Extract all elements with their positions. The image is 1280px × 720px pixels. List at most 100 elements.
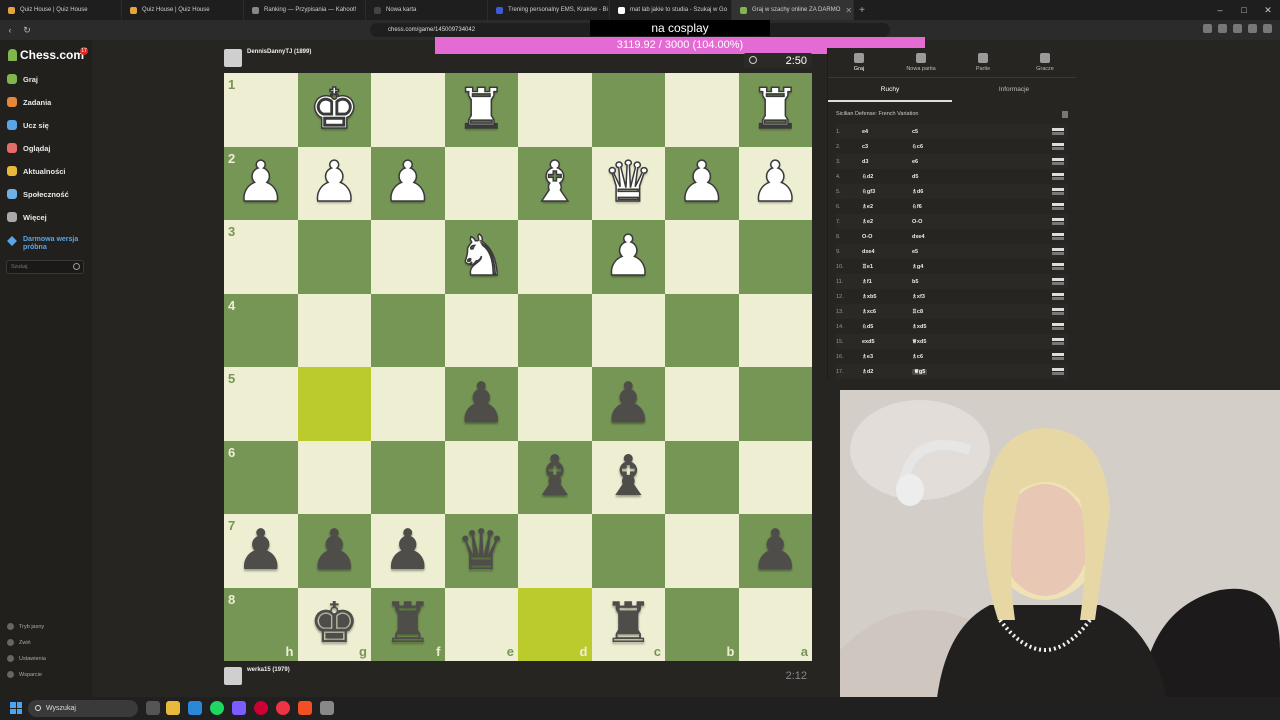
board-square[interactable] (371, 293, 445, 367)
white-move[interactable]: e4 (862, 129, 912, 135)
board-square[interactable] (444, 146, 518, 220)
bookmark-icon[interactable] (1062, 111, 1068, 118)
black-move[interactable]: b5 (912, 279, 1052, 285)
browser-tab[interactable]: mat lab jakie to studia - Szukaj w Go (610, 0, 732, 20)
board-square[interactable]: ♛ (591, 146, 665, 220)
black-move[interactable]: dxe4 (912, 234, 1052, 240)
board-square[interactable] (444, 293, 518, 367)
board-square[interactable]: a (738, 587, 812, 661)
white-move[interactable]: ♗xc6 (862, 309, 912, 315)
reload-icon[interactable]: ↻ (20, 25, 34, 36)
panel-tab[interactable]: Gracze (1014, 48, 1076, 77)
board-square[interactable] (665, 514, 739, 588)
white-pawn-icon[interactable]: ♟ (308, 154, 360, 212)
sidebar-search-input[interactable]: Szukaj (6, 260, 84, 274)
extension-icon[interactable] (1263, 24, 1272, 33)
board-square[interactable]: ♟ (738, 146, 812, 220)
board-square[interactable] (518, 514, 592, 588)
sidebar-item[interactable]: Zadania (7, 97, 51, 107)
white-rook-icon[interactable]: ♜ (749, 81, 801, 139)
black-bishop-icon[interactable]: ♝ (530, 449, 580, 505)
white-king-icon[interactable]: ♚ (308, 81, 360, 139)
board-square[interactable]: ♚ (297, 73, 371, 147)
chess-board[interactable]: 1 ♚ ♜ ♜ 2 ♟ ♟ ♟ ♝ ♛ ♟ ♟ 3 ♞ ♟ 4 5 ♟ ♟ 6 ♝ ♝ 7 ♟ ♟ ♟ ♛ ♟ 8 h g ♚ f ♜ e d c ♜ b a (224, 73, 812, 661)
sidebar-item[interactable]: Oglądaj (7, 143, 51, 153)
avatar[interactable] (224, 49, 242, 67)
black-king-icon[interactable]: ♚ (309, 596, 359, 652)
white-move[interactable]: ♗e2 (862, 219, 912, 225)
board-square[interactable]: 6 (224, 440, 298, 514)
board-square[interactable] (591, 73, 665, 147)
white-move[interactable]: ♗e3 (862, 354, 912, 360)
board-square[interactable] (297, 220, 371, 294)
taskbar-search[interactable]: Wyszukaj (28, 700, 138, 717)
white-knight-icon[interactable]: ♞ (455, 228, 507, 286)
sidebar-item[interactable]: Aktualności (7, 166, 66, 176)
close-icon[interactable]: ✕ (1256, 0, 1280, 20)
white-move[interactable]: ♘gf3 (862, 189, 912, 195)
white-move[interactable]: ♗d2 (862, 369, 912, 375)
board-square[interactable] (665, 73, 739, 147)
browser-tab[interactable]: Quiz House | Quiz House (122, 0, 244, 20)
white-pawn-icon[interactable]: ♟ (235, 154, 287, 212)
board-square[interactable] (518, 220, 592, 294)
board-square[interactable]: 1 (224, 73, 298, 147)
board-square[interactable] (371, 220, 445, 294)
board-square[interactable]: 2 ♟ (224, 146, 298, 220)
sidebar-item[interactable]: Społeczność (7, 189, 69, 199)
white-queen-icon[interactable]: ♛ (602, 154, 654, 212)
board-square[interactable]: ♟ (297, 146, 371, 220)
settings-icon[interactable] (320, 701, 334, 715)
white-move[interactable]: dxe4 (862, 249, 912, 255)
sidebar-item[interactable]: Graj (7, 74, 38, 84)
store-icon[interactable] (188, 701, 202, 715)
board-square[interactable]: b (665, 587, 739, 661)
black-pawn-icon[interactable]: ♟ (383, 522, 433, 579)
black-move[interactable]: d5 (912, 174, 1052, 180)
board-square[interactable] (738, 293, 812, 367)
board-square[interactable]: ♜ (738, 73, 812, 147)
file-explorer-icon[interactable] (166, 701, 180, 715)
black-move[interactable]: ♖c8 (912, 309, 1052, 315)
panel-subtab[interactable]: Informacje (952, 78, 1076, 102)
board-square[interactable] (665, 440, 739, 514)
board-square[interactable] (518, 293, 592, 367)
black-move[interactable]: ♗c6 (912, 354, 1052, 360)
maximize-icon[interactable]: □ (1232, 0, 1256, 20)
board-square[interactable]: ♜ (444, 73, 518, 147)
white-move[interactable]: c3 (862, 144, 912, 150)
extension-icon[interactable] (1233, 24, 1242, 33)
sidebar-bottom-item[interactable]: Wsparcie (7, 671, 42, 678)
white-bishop-icon[interactable]: ♝ (529, 154, 581, 212)
panel-tab[interactable]: Graj (828, 48, 890, 77)
brave-icon[interactable] (298, 701, 312, 715)
black-pawn-icon[interactable]: ♟ (603, 375, 653, 432)
board-square[interactable] (518, 73, 592, 147)
sidebar-bottom-item[interactable]: Zwiń (7, 639, 31, 646)
browser-tab[interactable]: Quiz House | Quiz House (0, 0, 122, 20)
black-move[interactable]: c5 (912, 129, 1052, 135)
board-square[interactable]: ♟ (738, 514, 812, 588)
black-pawn-icon[interactable]: ♟ (750, 522, 800, 579)
extension-icon[interactable] (1203, 24, 1212, 33)
minimize-icon[interactable]: – (1208, 0, 1232, 20)
discord-icon[interactable] (232, 701, 246, 715)
white-move[interactable]: d3 (862, 159, 912, 165)
panel-tab[interactable]: Partie (952, 48, 1014, 77)
board-square[interactable]: 4 (224, 293, 298, 367)
black-move[interactable]: ♗xd5 (912, 324, 1052, 330)
board-square[interactable] (738, 220, 812, 294)
board-square[interactable]: ♟ (591, 220, 665, 294)
browser-tab[interactable]: Graj w szachy online ZA DARMO ✕ (732, 0, 854, 20)
black-move[interactable]: e5 (912, 249, 1052, 255)
board-square[interactable] (297, 440, 371, 514)
black-move[interactable]: ♗xf3 (912, 294, 1052, 300)
board-square[interactable]: ♝ (518, 440, 592, 514)
board-square[interactable]: 5 (224, 367, 298, 441)
board-square[interactable]: 8h (224, 587, 298, 661)
board-square[interactable] (371, 73, 445, 147)
board-square[interactable]: ♞ (444, 220, 518, 294)
board-square[interactable]: c ♜ (591, 587, 665, 661)
black-move[interactable]: ♘f6 (912, 204, 1052, 210)
black-pawn-icon[interactable]: ♟ (456, 375, 506, 432)
